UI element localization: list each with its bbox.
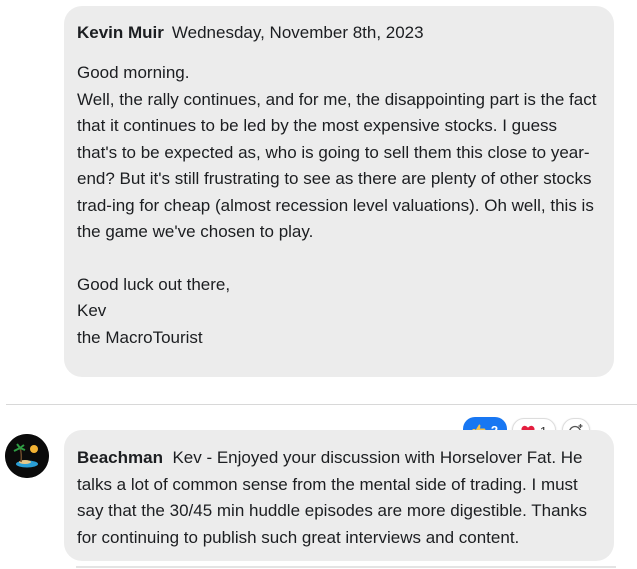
comment-body: Well, the rally continues, and for me, t… bbox=[77, 89, 597, 242]
signature-blog: the MacroTourist bbox=[77, 327, 203, 347]
avatar[interactable] bbox=[5, 434, 49, 478]
comment-bubble-beachman: Beachman Kev - Enjoyed your discussion w… bbox=[64, 430, 614, 561]
closing-text: Good luck out there, bbox=[77, 274, 231, 294]
reply-text: Beachman Kev - Enjoyed your discussion w… bbox=[77, 445, 600, 551]
divider bbox=[6, 404, 637, 405]
post-date: Wednesday, November 8th, 2023 bbox=[171, 23, 424, 42]
comment-header: Kevin Muir Wednesday, November 8th, 2023 bbox=[77, 23, 600, 43]
divider bbox=[76, 566, 616, 568]
comment-bubble-kevin: Kevin Muir Wednesday, November 8th, 2023 … bbox=[64, 6, 614, 377]
beach-avatar-icon bbox=[5, 434, 49, 478]
author-name[interactable]: Beachman bbox=[77, 448, 163, 467]
author-name[interactable]: Kevin Muir bbox=[77, 23, 164, 42]
greeting-text: Good morning. bbox=[77, 63, 190, 82]
signature-name: Kev bbox=[77, 301, 107, 320]
